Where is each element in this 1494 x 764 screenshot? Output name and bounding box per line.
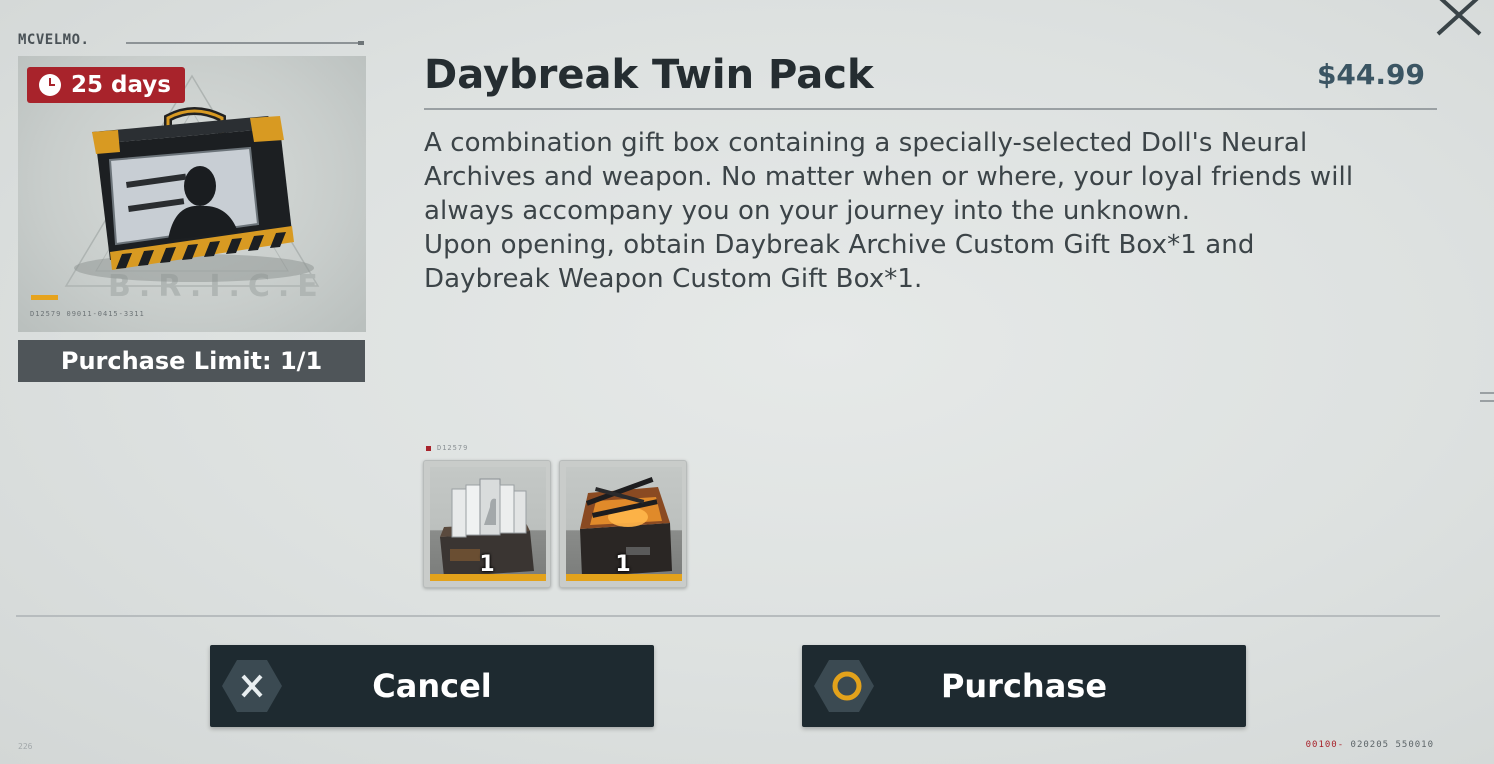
purchase-icon-frame — [814, 645, 886, 727]
days-remaining-label: 25 days — [71, 72, 171, 98]
image-accent-bar — [31, 295, 58, 300]
clock-icon — [39, 74, 61, 96]
description-line: Daybreak Weapon Custom Gift Box*1. — [424, 264, 923, 294]
footer-right-code: 00100- 020205 550010 — [1306, 740, 1434, 750]
cancel-icon-frame — [222, 645, 294, 727]
cancel-button-label: Cancel — [372, 667, 492, 705]
description-line: Upon opening, obtain Daybreak Archive Cu… — [424, 230, 1255, 260]
item-archive-gift-box[interactable]: 1 — [423, 460, 551, 588]
brand-divider — [126, 41, 364, 45]
product-title: Daybreak Twin Pack — [424, 52, 874, 98]
side-marker — [1480, 392, 1494, 402]
item-quantity: 1 — [615, 552, 631, 577]
contents-code: D12579 — [426, 444, 468, 452]
description-line: A combination gift box containing a spec… — [424, 128, 1308, 158]
product-price: $44.99 — [1316, 58, 1425, 91]
time-remaining-badge: 25 days — [27, 67, 185, 103]
footer-divider — [16, 615, 1440, 617]
brand-logo: MCVELMO. — [18, 32, 90, 48]
close-button[interactable] — [1432, 0, 1488, 40]
item-quantity: 1 — [479, 552, 495, 577]
product-description: A combination gift box containing a spec… — [424, 126, 1434, 296]
cancel-button[interactable]: Cancel — [210, 645, 654, 727]
description-line: Archives and weapon. No matter when or w… — [424, 162, 1354, 192]
confirm-circle-icon — [814, 660, 874, 712]
image-serial-text: D12579 09011-0415-3311 — [30, 310, 145, 318]
item-weapon-gift-box[interactable]: 1 — [559, 460, 687, 588]
purchase-button-label: Purchase — [940, 667, 1108, 705]
footer-code-red: 00100- — [1305, 740, 1345, 750]
title-divider — [424, 108, 1437, 110]
footer-left-code: 226 — [18, 742, 33, 751]
purchase-limit-bar: Purchase Limit: 1/1 — [18, 340, 365, 382]
purchase-button[interactable]: Purchase — [802, 645, 1246, 727]
close-icon — [1436, 0, 1482, 36]
close-icon — [222, 660, 282, 712]
footer-code: 020205 550010 — [1350, 740, 1434, 750]
description-line: always accompany you on your journey int… — [424, 196, 1191, 226]
